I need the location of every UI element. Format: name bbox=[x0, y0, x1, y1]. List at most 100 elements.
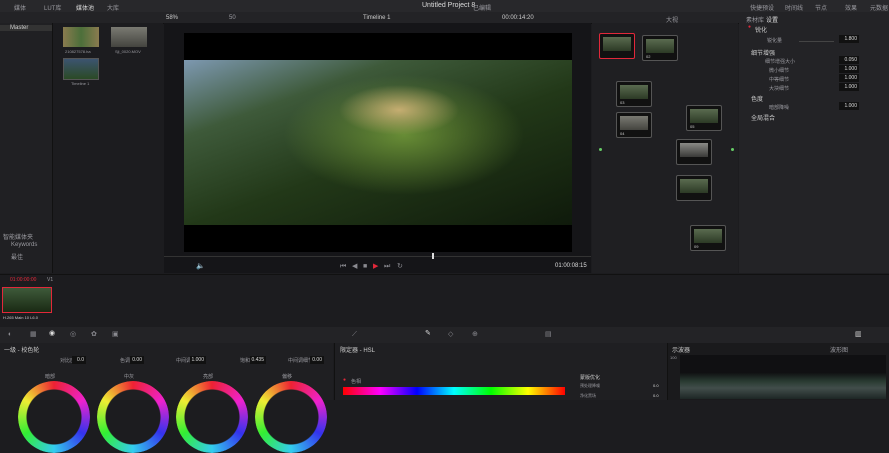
color-match-icon[interactable]: ▦ bbox=[30, 331, 37, 338]
lift-wheel[interactable] bbox=[18, 381, 90, 453]
gamma-wheel[interactable] bbox=[97, 381, 169, 453]
scrubber-handle[interactable] bbox=[432, 253, 434, 259]
toolbar-effects[interactable]: 效果 bbox=[845, 3, 857, 12]
detail-row-4-value[interactable]: 1.000 bbox=[839, 83, 859, 91]
timeline-clip-name: H.265 Main 10 L6.0 bbox=[3, 315, 38, 320]
section-sharpen: 锐化 bbox=[755, 28, 768, 34]
stop-icon[interactable]: ■ bbox=[363, 263, 367, 270]
node-05[interactable]: 05 bbox=[686, 105, 722, 131]
gain-wheel[interactable] bbox=[176, 381, 248, 453]
scopes-title: 示波器 bbox=[672, 348, 691, 354]
step-back-icon[interactable]: ◀ bbox=[352, 263, 357, 270]
rgb-mixer-icon[interactable]: ✿ bbox=[91, 331, 97, 338]
window-icon[interactable]: ◇ bbox=[448, 331, 453, 338]
project-status: 已编辑 bbox=[473, 6, 492, 12]
toolbar-media[interactable]: 媒体 bbox=[14, 3, 26, 12]
primaries-title: 一级 - 校色轮 bbox=[4, 348, 40, 354]
wheel-offset-label: 偏移 bbox=[282, 374, 293, 380]
mask-row-2-label: 净化黑场 bbox=[580, 393, 596, 398]
toolbar-media-pool[interactable]: 媒体池 bbox=[76, 3, 94, 12]
camera-raw-icon[interactable]: ◐ bbox=[8, 331, 12, 338]
sharpen-slider[interactable] bbox=[799, 41, 834, 42]
master-bin[interactable]: Master bbox=[0, 25, 52, 31]
scope-mode[interactable]: 波形图 bbox=[830, 345, 848, 354]
timeline-name[interactable]: Timeline 1 bbox=[363, 15, 390, 21]
mask-row-2-value[interactable]: 0.0 bbox=[653, 393, 659, 398]
section-global-blend: 全局混合 bbox=[751, 116, 776, 122]
hue-gradient-bar[interactable] bbox=[343, 387, 565, 395]
param-2-value[interactable]: 0.00 bbox=[130, 356, 144, 364]
section-detail: 细节增强 bbox=[751, 51, 776, 57]
qualifier-icon[interactable]: ✎ bbox=[425, 330, 431, 337]
project-title: Untitled Project 8 bbox=[422, 2, 476, 9]
chroma-field-label: 暗部降噪 bbox=[769, 105, 790, 111]
param-1-value[interactable]: 0.0 bbox=[72, 356, 86, 364]
qualifier-panel: 限定器 - HSL ● 色相 蒙版优化 预处理降噪 0.0 净化黑场 0.0 bbox=[334, 343, 667, 400]
timeline-thumb[interactable] bbox=[63, 58, 99, 80]
toolbar-presets[interactable]: 快捷预设 bbox=[750, 3, 774, 12]
toolbar-metadata[interactable]: 元数据 bbox=[870, 3, 888, 12]
wheel-gamma-label: 中灰 bbox=[124, 374, 135, 380]
toolbar-nodes[interactable]: 节点 bbox=[815, 3, 827, 12]
node-01[interactable] bbox=[599, 33, 635, 59]
play-icon[interactable]: ▶ bbox=[373, 263, 378, 270]
node-02[interactable]: 02 bbox=[642, 35, 678, 61]
motion-effects-icon[interactable]: ▣ bbox=[112, 331, 119, 338]
sharpen-field-label: 锐化量 bbox=[767, 38, 783, 44]
toolbar-large[interactable]: 大库 bbox=[107, 3, 119, 12]
viewer-panel: ⏮ ◀ ■ ▶ ⏭ ↻ 🔈 01:00:08:15 bbox=[164, 23, 591, 273]
param-3-value[interactable]: 1.000 bbox=[190, 356, 206, 364]
param-4-value[interactable]: 0.435 bbox=[250, 356, 266, 364]
scopes-icon[interactable]: ▥ bbox=[855, 331, 862, 338]
primaries-panel: 一级 - 校色轮 对比度 0.0 色调 0.00 中间调细节 1.000 饱和 … bbox=[0, 343, 333, 453]
node-06[interactable] bbox=[676, 139, 712, 165]
chroma-value[interactable]: 1.000 bbox=[839, 102, 859, 110]
node-08[interactable]: 09 bbox=[690, 225, 726, 251]
scrubber-track[interactable] bbox=[164, 256, 591, 257]
offset-wheel[interactable] bbox=[255, 381, 327, 453]
detail-row-1-value[interactable]: 0.050 bbox=[839, 56, 859, 64]
node-output-dot[interactable] bbox=[731, 148, 734, 151]
node-07[interactable] bbox=[676, 175, 712, 201]
hue-enable-icon[interactable]: ● bbox=[343, 378, 346, 383]
inspector-panel: ● 锐化 锐化量 1.800 细节增强 细节增强大小 0.050 微小细节 1.… bbox=[739, 23, 889, 273]
scopes-panel: 示波器 波形图 100 bbox=[667, 343, 889, 400]
skip-forward-icon[interactable]: ⏭ bbox=[384, 263, 390, 270]
frame-field[interactable]: 50 bbox=[229, 15, 236, 21]
hdr-icon[interactable]: ◎ bbox=[70, 331, 76, 338]
skip-back-icon[interactable]: ⏮ bbox=[340, 263, 346, 270]
detail-row-3-value[interactable]: 1.000 bbox=[839, 74, 859, 82]
node-04[interactable]: 04 bbox=[616, 112, 652, 138]
media-sidebar: Master 智能媒体夹 Keywords 最佳 bbox=[0, 23, 53, 273]
tracker-icon[interactable]: ⊕ bbox=[472, 331, 478, 338]
detail-row-2-label: 微小细节 bbox=[769, 68, 790, 74]
sharpen-value[interactable]: 1.800 bbox=[839, 35, 859, 43]
clip-thumb-1[interactable] bbox=[63, 27, 99, 47]
toolbar-timeline[interactable]: 时间线 bbox=[785, 3, 803, 12]
waveform bbox=[680, 355, 886, 399]
curves-icon[interactable]: ⟋ bbox=[352, 331, 357, 338]
param-5-value[interactable]: 0.00 bbox=[310, 356, 324, 364]
top-toolbar: 媒体 LUT库 媒体池 大库 Untitled Project 8 已编辑 快捷… bbox=[0, 0, 889, 12]
keywords-bin[interactable]: Keywords bbox=[11, 242, 37, 248]
enable-dot-icon[interactable]: ● bbox=[748, 25, 751, 30]
volume-icon[interactable]: 🔈 bbox=[196, 263, 205, 270]
user-bin[interactable]: 最佳 bbox=[11, 252, 23, 261]
section-chroma: 色度 bbox=[751, 97, 764, 103]
hue-label: 色相 bbox=[351, 379, 362, 385]
detail-row-1-label: 细节增强大小 bbox=[765, 59, 796, 65]
toolbar-lut[interactable]: LUT库 bbox=[44, 3, 61, 12]
clip-thumb-2[interactable] bbox=[111, 27, 147, 47]
wheel-lift-label: 暗部 bbox=[45, 374, 56, 380]
node-editor: 02 03 04 05 09 bbox=[592, 23, 738, 273]
color-wheels-icon[interactable]: ◉ bbox=[49, 330, 55, 337]
timecode: 00:00:14:20 bbox=[502, 15, 534, 21]
detail-row-2-value[interactable]: 1.000 bbox=[839, 65, 859, 73]
mask-row-1-value[interactable]: 0.0 bbox=[653, 383, 659, 388]
zoom-level[interactable]: 58% bbox=[166, 15, 178, 21]
keyframes-icon[interactable]: ▤ bbox=[545, 331, 552, 338]
loop-icon[interactable]: ↻ bbox=[397, 263, 403, 270]
node-03[interactable]: 03 bbox=[616, 81, 652, 107]
timeline-clip[interactable] bbox=[2, 287, 52, 313]
node-input-dot[interactable] bbox=[599, 148, 602, 151]
